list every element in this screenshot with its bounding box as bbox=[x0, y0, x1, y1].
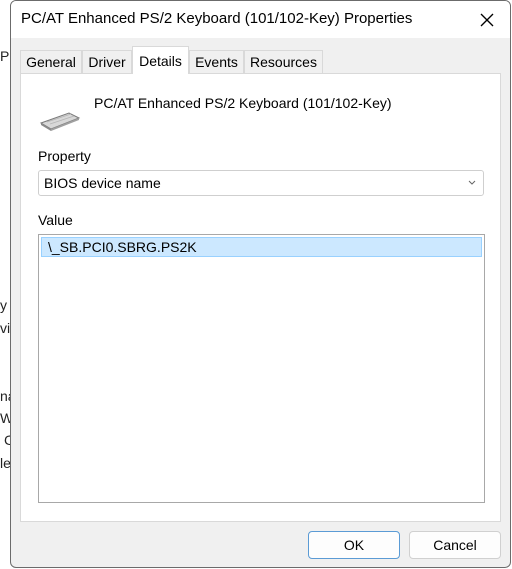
properties-dialog: PC/AT Enhanced PS/2 Keyboard (101/102-Ke… bbox=[10, 0, 511, 568]
tab-events[interactable]: Events bbox=[189, 50, 244, 73]
property-select[interactable]: BIOS device name bbox=[38, 170, 484, 196]
background-text-fragment: vi bbox=[0, 320, 11, 336]
value-label: Value bbox=[38, 212, 73, 228]
list-item[interactable]: \_SB.PCI0.SBRG.PS2K bbox=[41, 237, 482, 257]
tab-general[interactable]: General bbox=[20, 50, 82, 73]
details-panel: PC/AT Enhanced PS/2 Keyboard (101/102-Ke… bbox=[20, 73, 501, 522]
tab-details[interactable]: Details bbox=[132, 46, 189, 74]
chevron-down-icon bbox=[468, 180, 476, 185]
ok-button[interactable]: OK bbox=[308, 531, 400, 559]
tab-resources[interactable]: Resources bbox=[244, 50, 323, 73]
property-label: Property bbox=[38, 148, 91, 164]
title-bar[interactable]: PC/AT Enhanced PS/2 Keyboard (101/102-Ke… bbox=[11, 1, 510, 38]
tab-driver[interactable]: Driver bbox=[82, 50, 132, 73]
keyboard-icon bbox=[39, 112, 81, 131]
screen: P( y vi na W C le PC/AT Enhanced PS/2 Ke… bbox=[0, 0, 512, 569]
tab-strip: General Driver Details Events Resources bbox=[11, 38, 510, 74]
list-item-text: \_SB.PCI0.SBRG.PS2K bbox=[48, 239, 197, 255]
window-title: PC/AT Enhanced PS/2 Keyboard (101/102-Ke… bbox=[21, 10, 413, 27]
close-icon bbox=[480, 13, 494, 26]
device-name: PC/AT Enhanced PS/2 Keyboard (101/102-Ke… bbox=[94, 95, 392, 111]
background-text-fragment: y bbox=[0, 297, 7, 313]
cancel-button[interactable]: Cancel bbox=[409, 531, 501, 559]
close-button[interactable] bbox=[464, 1, 510, 38]
value-list[interactable]: \_SB.PCI0.SBRG.PS2K bbox=[38, 234, 485, 503]
property-selected-value: BIOS device name bbox=[44, 175, 161, 191]
